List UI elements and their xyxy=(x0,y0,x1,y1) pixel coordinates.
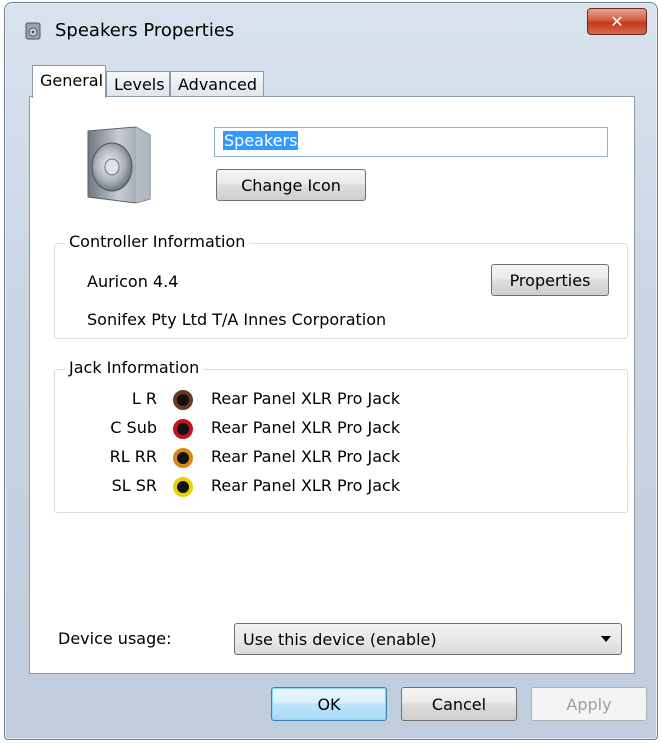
device-usage-label: Device usage: xyxy=(58,629,172,648)
jack-text: Rear Panel XLR Pro Jack xyxy=(211,447,401,466)
tab-advanced[interactable]: Advanced xyxy=(170,71,264,97)
ok-button[interactable]: OK xyxy=(271,687,387,721)
controller-name: Auricon 4.4 xyxy=(87,272,179,291)
jack-text: Rear Panel XLR Pro Jack xyxy=(211,418,401,437)
window-title: Speakers Properties xyxy=(55,20,235,41)
dialog-client-area: General Levels Advanced Speakers Change … xyxy=(14,53,648,687)
tab-levels-label: Levels xyxy=(114,75,165,94)
jack-text: Rear Panel XLR Pro Jack xyxy=(211,389,401,408)
jack-color-icon xyxy=(173,390,193,410)
controller-information-legend: Controller Information xyxy=(65,232,250,251)
device-name-value: Speakers xyxy=(223,131,299,150)
controller-vendor: Sonifex Pty Ltd T/A Innes Corporation xyxy=(87,310,387,329)
apply-button[interactable]: Apply xyxy=(531,687,647,721)
jack-color-icon xyxy=(173,419,193,439)
jack-color-icon xyxy=(173,448,193,468)
jack-label: L R xyxy=(131,389,157,408)
title-bar[interactable]: Speakers Properties ✕ xyxy=(5,3,657,55)
general-tab-panel: Speakers Change Icon Controller Informat… xyxy=(29,96,635,674)
device-usage-select[interactable]: Use this device (enable) xyxy=(234,623,622,655)
jack-label: C Sub xyxy=(110,418,157,437)
jack-color-icon xyxy=(173,477,193,497)
chevron-down-icon xyxy=(601,636,611,642)
controller-information-group: Controller Information Auricon 4.4 Sonif… xyxy=(54,232,628,339)
jack-text: Rear Panel XLR Pro Jack xyxy=(211,476,401,495)
close-button[interactable]: ✕ xyxy=(587,8,647,35)
change-icon-button[interactable]: Change Icon xyxy=(216,169,366,201)
jack-information-legend: Jack Information xyxy=(65,358,204,377)
jack-label: SL SR xyxy=(111,476,157,495)
jack-information-group: Jack Information L R Rear Panel XLR Pro … xyxy=(54,358,628,513)
device-usage-value: Use this device (enable) xyxy=(243,630,437,649)
speaker-app-icon xyxy=(25,22,41,40)
device-name-input[interactable]: Speakers xyxy=(214,127,608,157)
speaker-icon xyxy=(87,126,151,204)
properties-button[interactable]: Properties xyxy=(491,264,609,296)
tab-general[interactable]: General xyxy=(32,65,106,98)
tab-levels[interactable]: Levels xyxy=(106,71,170,97)
tab-advanced-label: Advanced xyxy=(178,75,258,94)
tab-general-label: General xyxy=(40,71,104,90)
speakers-properties-window: Speakers Properties ✕ General Levels Adv… xyxy=(4,2,658,740)
close-icon: ✕ xyxy=(610,12,624,31)
jack-label: RL RR xyxy=(109,447,157,466)
cancel-button[interactable]: Cancel xyxy=(401,687,517,721)
